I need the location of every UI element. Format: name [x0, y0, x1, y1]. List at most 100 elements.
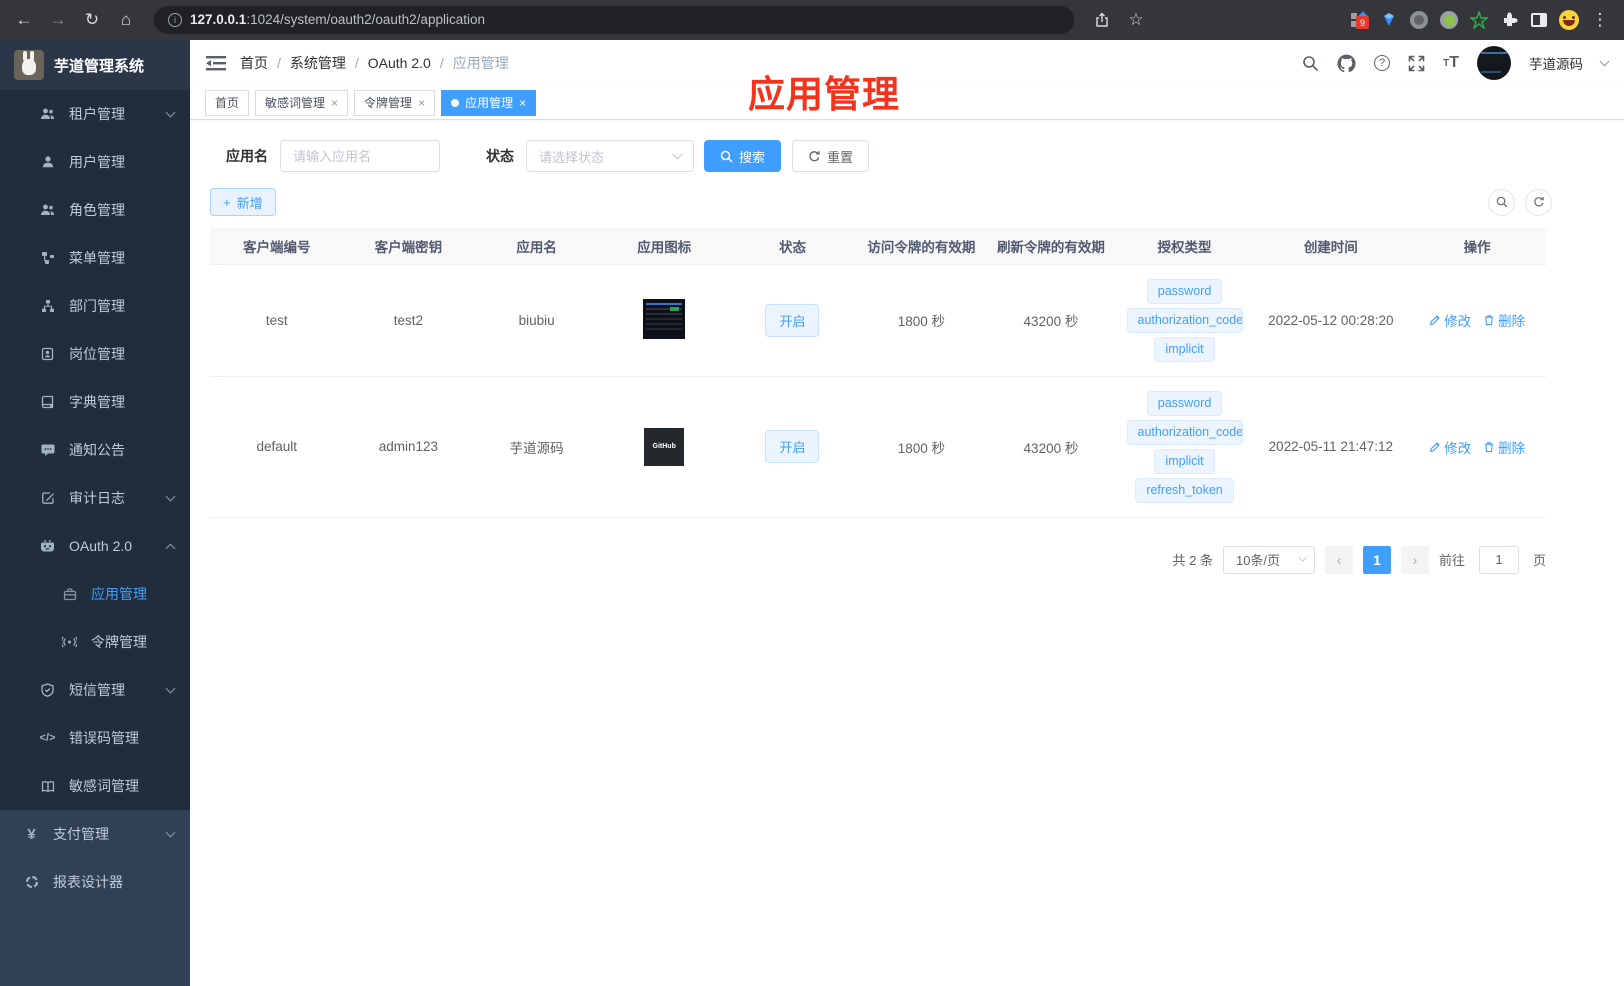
sidebar-item-report[interactable]: 报表设计器 — [0, 858, 190, 906]
status-tag[interactable]: 开启 — [765, 303, 820, 337]
search-button[interactable]: 搜索 — [704, 140, 782, 172]
sidebar-item-notice[interactable]: 通知公告 — [0, 426, 190, 474]
breadcrumb-home[interactable]: 首页 — [240, 53, 268, 73]
robot-icon — [40, 539, 55, 553]
pagination: 共 2 条 10条/页 ‹ 1 › 前往 页 — [210, 545, 1546, 574]
sidebar-item-dept[interactable]: 部门管理 — [0, 282, 190, 330]
sidebar-item-role[interactable]: 角色管理 — [0, 186, 190, 234]
reset-button[interactable]: 重置 — [792, 140, 870, 172]
close-icon[interactable]: × — [418, 96, 425, 110]
sidebar-item-oauth-application[interactable]: 应用管理 — [0, 570, 190, 618]
tab-home[interactable]: 首页 — [205, 89, 250, 116]
sidebar-item-tenant[interactable]: 租户管理 — [0, 90, 190, 138]
sidebar-toggle-icon[interactable] — [206, 55, 226, 72]
browser-toolbar: ← → ↻ ⌂ i 127.0.0.1:1024/system/oauth2/o… — [0, 0, 1624, 40]
sidebar-item-errcode[interactable]: </> 错误码管理 — [0, 714, 190, 762]
avatar[interactable] — [1477, 46, 1511, 80]
add-button[interactable]: + 新增 — [210, 188, 276, 216]
app-icon-image — [643, 298, 686, 339]
org-chart-icon — [40, 299, 55, 313]
next-page-button[interactable]: › — [1400, 545, 1429, 574]
sidebar-item-audit[interactable]: 审计日志 — [0, 474, 190, 522]
cell-app-name: biubiu — [473, 263, 601, 377]
app-name-input[interactable] — [280, 140, 440, 172]
extension-grid-icon[interactable]: 9 — [1346, 7, 1372, 33]
tab-sensitive[interactable]: 敏感词管理 × — [255, 89, 349, 116]
github-icon[interactable] — [1337, 54, 1356, 72]
sidebar-item-user[interactable]: 用户管理 — [0, 138, 190, 186]
browser-menu-icon[interactable]: ⋮ — [1586, 6, 1614, 34]
search-icon[interactable] — [1302, 55, 1319, 72]
close-icon[interactable]: × — [331, 96, 338, 110]
back-icon[interactable]: ← — [10, 6, 38, 34]
sidebar-item-sms[interactable]: 短信管理 — [0, 666, 190, 714]
chevron-down-icon — [165, 683, 176, 694]
side-panel-icon[interactable] — [1526, 7, 1552, 33]
username[interactable]: 芋道源码 — [1529, 53, 1583, 73]
table-toolbar: + 新增 — [210, 188, 1552, 216]
profile-avatar-icon[interactable] — [1556, 7, 1582, 33]
extension-gray-circle-icon[interactable] — [1406, 7, 1432, 33]
site-info-icon[interactable]: i — [168, 13, 182, 27]
bookmark-star-icon[interactable]: ☆ — [1122, 6, 1150, 34]
sidebar-item-post[interactable]: 岗位管理 — [0, 330, 190, 378]
share-icon[interactable] — [1088, 6, 1116, 34]
active-dot-icon — [451, 98, 460, 107]
chevron-down-icon[interactable] — [1599, 56, 1610, 66]
reload-icon[interactable]: ↻ — [78, 6, 106, 34]
browser-extensions: 9 ⋮ — [1346, 6, 1614, 34]
users-icon — [40, 107, 55, 121]
cell-refresh-validity: 43200 秒 — [986, 263, 1116, 377]
edit-button[interactable]: 修改 — [1429, 437, 1471, 457]
pie-segments-icon — [24, 875, 39, 889]
breadcrumb-system[interactable]: 系统管理 — [290, 53, 346, 73]
home-icon[interactable]: ⌂ — [112, 6, 140, 34]
extension-green-star-icon[interactable] — [1466, 7, 1492, 33]
close-icon[interactable]: × — [519, 96, 526, 110]
navbar-actions: ? TT 芋道源码 — [1302, 46, 1610, 80]
open-book-icon — [40, 780, 55, 793]
sidebar-item-oauth[interactable]: OAuth 2.0 — [0, 522, 190, 570]
sidebar-menu-bottom: ¥ 支付管理 报表设计器 — [0, 810, 190, 906]
name-filter-label: 应用名 — [226, 148, 268, 164]
forward-icon[interactable]: → — [44, 6, 72, 34]
page-size-select[interactable]: 10条/页 — [1222, 545, 1315, 574]
filter-form: 应用名 状态 请选择状态 搜索 重置 — [210, 140, 1546, 172]
extension-gem-icon[interactable] — [1376, 7, 1402, 33]
cell-refresh-validity: 43200 秒 — [986, 376, 1116, 518]
chevron-down-icon — [165, 107, 176, 118]
table-row: default admin123 芋道源码 GitHub 开启 1800 秒 4… — [210, 376, 1546, 518]
goto-page-input[interactable] — [1478, 545, 1519, 574]
url-bar[interactable]: i 127.0.0.1:1024/system/oauth2/oauth2/ap… — [154, 6, 1074, 34]
refresh-icon[interactable] — [1525, 188, 1552, 216]
briefcase-icon — [62, 587, 77, 601]
app-logo[interactable]: 芋道管理系统 — [0, 40, 190, 90]
delete-button[interactable]: 删除 — [1483, 310, 1525, 330]
sidebar-item-oauth-token[interactable]: 令牌管理 — [0, 618, 190, 666]
code-icon: </> — [39, 732, 56, 744]
status-select[interactable]: 请选择状态 — [526, 140, 694, 172]
sidebar-item-menu[interactable]: 菜单管理 — [0, 234, 190, 282]
chevron-down-icon — [672, 149, 683, 159]
help-icon[interactable]: ? — [1374, 55, 1391, 71]
cell-app-icon — [600, 263, 729, 377]
status-tag[interactable]: 开启 — [765, 430, 820, 463]
prev-page-button[interactable]: ‹ — [1324, 545, 1353, 574]
total-count: 共 2 条 — [1172, 553, 1213, 568]
sidebar-item-sensitive[interactable]: 敏感词管理 — [0, 762, 190, 810]
font-size-icon[interactable]: TT — [1443, 54, 1459, 72]
extension-green-circle-icon[interactable] — [1436, 7, 1462, 33]
sidebar-item-dict[interactable]: 字典管理 — [0, 378, 190, 426]
cell-grant-types: password authorization_code implicit ref… — [1115, 376, 1254, 518]
delete-button[interactable]: 删除 — [1483, 437, 1525, 457]
breadcrumb-oauth[interactable]: OAuth 2.0 — [368, 55, 431, 71]
fullscreen-icon[interactable] — [1408, 55, 1425, 72]
edit-button[interactable]: 修改 — [1429, 310, 1471, 330]
puzzle-extensions-icon[interactable] — [1496, 7, 1522, 33]
toggle-search-icon[interactable] — [1488, 188, 1515, 216]
page-number-button[interactable]: 1 — [1362, 545, 1391, 574]
sidebar-item-pay[interactable]: ¥ 支付管理 — [0, 810, 190, 858]
breadcrumb: 首页 / 系统管理 / OAuth 2.0 / 应用管理 — [240, 53, 509, 73]
tab-application[interactable]: 应用管理 × — [441, 89, 537, 116]
tab-token[interactable]: 令牌管理 × — [354, 89, 436, 116]
